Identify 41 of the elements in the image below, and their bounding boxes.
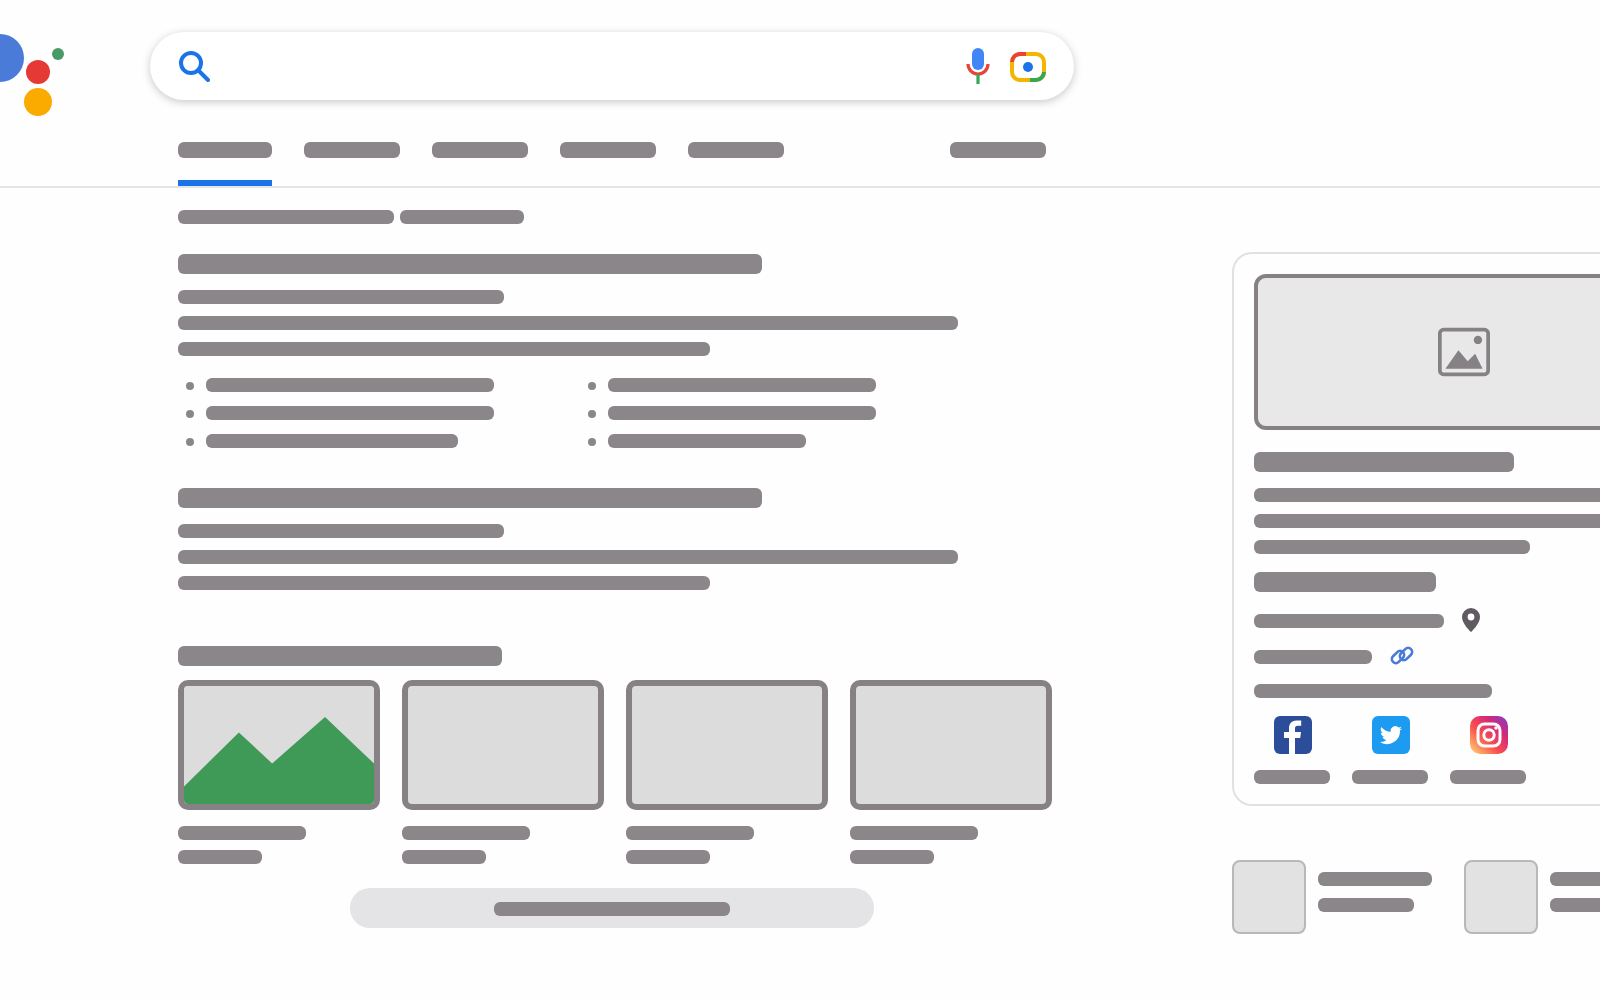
tab-label-placeholder [432, 142, 528, 158]
text-placeholder [1318, 898, 1414, 912]
link-icon[interactable] [1390, 644, 1414, 668]
text-placeholder [178, 826, 306, 840]
tab-label-placeholder [560, 142, 656, 158]
bullet-dot [186, 437, 194, 445]
tab-label-placeholder [304, 142, 400, 158]
text-placeholder [402, 826, 530, 840]
text-placeholder [402, 850, 486, 864]
bullet-dot [588, 409, 596, 417]
text-placeholder [626, 826, 754, 840]
bullet-dot [186, 409, 194, 417]
microphone-icon[interactable] [966, 48, 990, 84]
text-placeholder [1254, 770, 1330, 784]
text-placeholder [850, 850, 934, 864]
text-placeholder [1254, 649, 1372, 663]
more-button[interactable] [350, 888, 874, 928]
text-placeholder [1318, 872, 1432, 886]
bullet-dot [588, 437, 596, 445]
text-placeholder [1450, 770, 1526, 784]
tab-label-placeholder [178, 142, 272, 158]
camera-glyph-icon[interactable] [1469, 716, 1507, 754]
search-icon [178, 50, 210, 82]
bird-icon[interactable] [1371, 716, 1409, 754]
location-pin-icon [1462, 608, 1480, 632]
image-thumbnail[interactable] [626, 680, 828, 810]
text-placeholder [178, 850, 262, 864]
text-placeholder [1352, 770, 1428, 784]
tab-label-placeholder [950, 142, 1046, 158]
text-placeholder [400, 210, 524, 224]
text-placeholder [626, 850, 710, 864]
bullet-dot [588, 381, 596, 389]
tab[interactable] [178, 136, 272, 186]
tab-label-placeholder [688, 142, 784, 158]
facebook-icon[interactable] [1273, 716, 1311, 754]
text-placeholder [850, 826, 978, 840]
image-thumbnail[interactable] [402, 680, 604, 810]
camera-icon[interactable] [1010, 48, 1046, 84]
image-thumbnail[interactable] [850, 680, 1052, 810]
search-field[interactable] [150, 32, 1074, 100]
bullet-dot [186, 381, 194, 389]
